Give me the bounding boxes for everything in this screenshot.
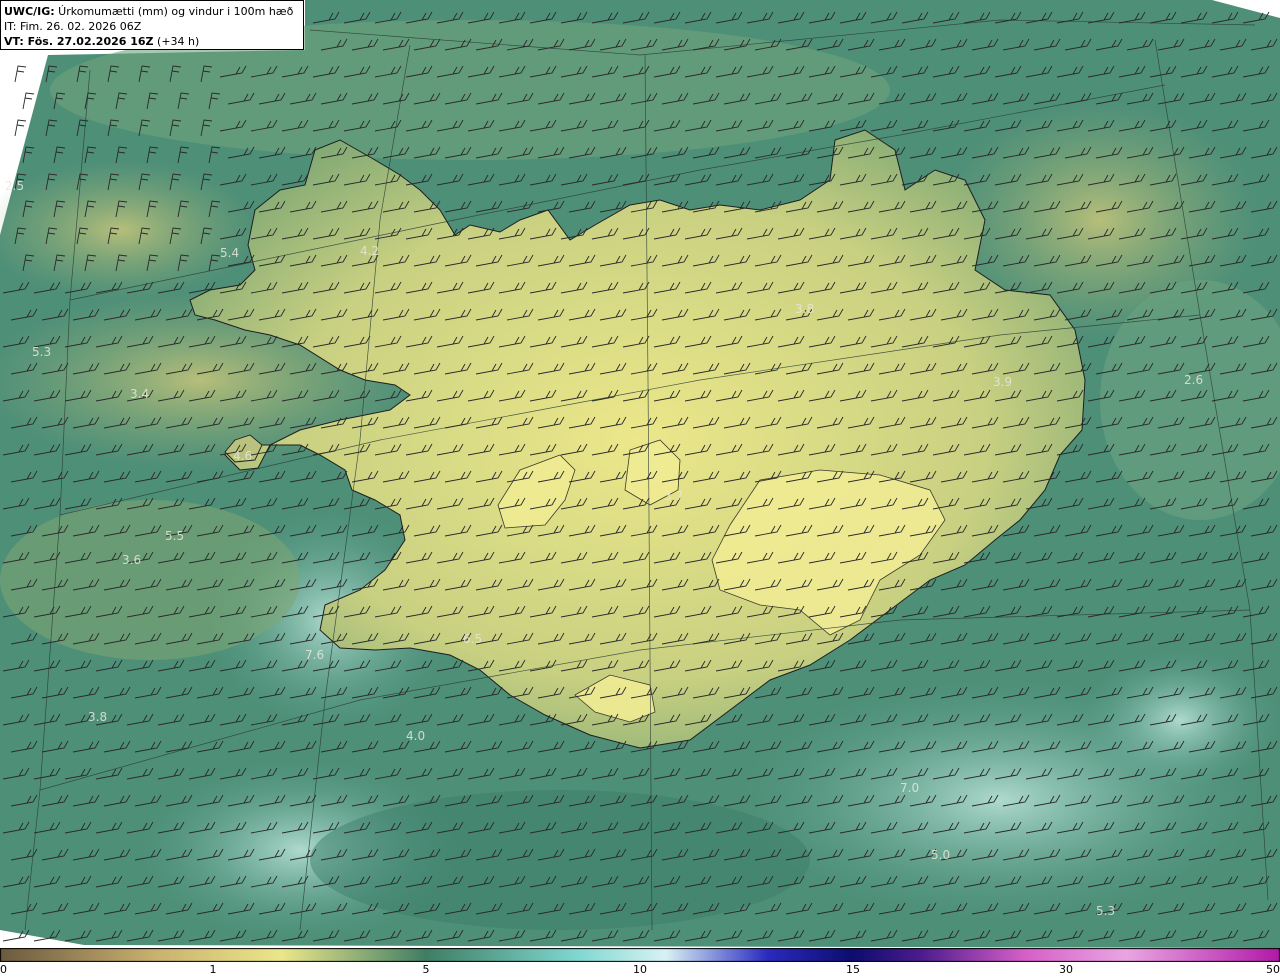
value-label: 4.2 (360, 244, 379, 258)
value-label: 5.4 (220, 246, 239, 260)
initial-time: IT: Fim. 26. 02. 2026 06Z (4, 20, 142, 33)
value-label: 5.3 (1096, 904, 1115, 918)
value-label: 5.5 (165, 529, 184, 543)
value-label: 3.8 (795, 302, 814, 316)
value-label: 6.5 (463, 632, 482, 646)
value-label: 4.6 (233, 449, 252, 463)
field-description: Úrkomumætti (mm) og vindur i 100m hæð (54, 5, 294, 18)
colorbar-tick: 30 (1059, 963, 1073, 976)
info-box: UWC/IG: Úrkomumætti (mm) og vindur i 100… (0, 0, 304, 50)
valid-time-date: VT: Fös. 27.02.2026 16Z (4, 35, 154, 48)
value-label: 2.5 (5, 179, 24, 193)
colorbar-tick: 50 (1266, 963, 1280, 976)
value-label: 5.3 (32, 345, 51, 359)
value-label: 5.0 (931, 848, 950, 862)
value-label: 4.0 (406, 729, 425, 743)
value-label: 7.6 (305, 648, 324, 662)
value-label: 3.7 (664, 489, 683, 503)
colorbar-tick: 0 (0, 963, 7, 976)
value-label: 3.6 (122, 553, 141, 567)
value-label: 2.6 (1184, 373, 1203, 387)
forecast-hour: (+34 h) (153, 35, 200, 48)
value-label: 3.9 (993, 375, 1012, 389)
colorbar-tick: 5 (422, 963, 430, 976)
colorbar-tick: 15 (846, 963, 860, 976)
colorbar-tick: 10 (633, 963, 647, 976)
colorbar (0, 948, 1280, 962)
colorbar-ticks: 0 1 5 10 15 30 50 (0, 962, 1280, 978)
value-label: 7.0 (900, 781, 919, 795)
colorbar-tick: 1 (209, 963, 217, 976)
weather-map: 2.5 5.4 4.2 5.3 3.4 4.6 5.5 3.6 7.6 6.5 … (0, 0, 1280, 948)
map-title: UWC/IG: Úrkomumætti (mm) og vindur i 100… (4, 4, 300, 19)
valid-time: VT: Fös. 27.02.2026 16Z (+34 h) (4, 34, 300, 49)
model-name: UWC/IG: (4, 5, 55, 18)
value-label: 3.8 (88, 710, 107, 724)
value-label: 3.4 (130, 387, 149, 401)
